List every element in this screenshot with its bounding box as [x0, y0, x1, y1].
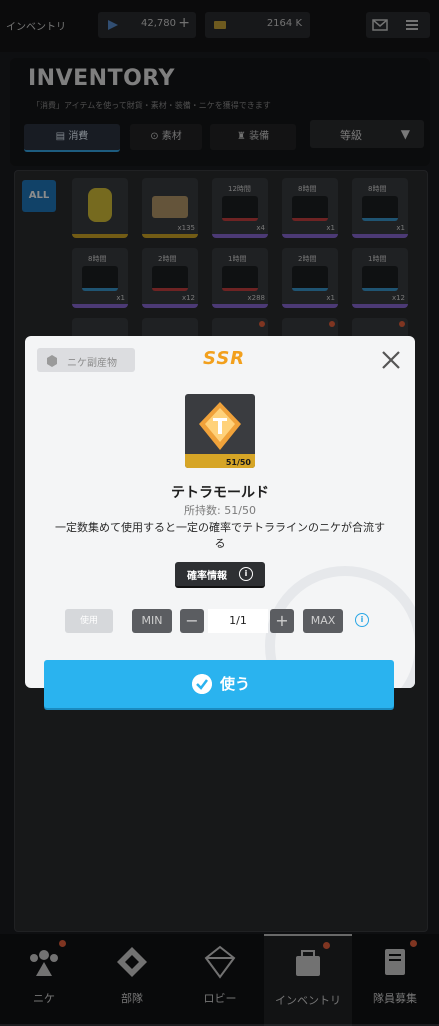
use-button[interactable]: 使う: [44, 660, 394, 708]
category-badge: ニケ副産物: [37, 348, 135, 372]
probability-label: 確率情報: [187, 571, 227, 582]
item-detail-modal: ニケ副産物 SSR 51/50 テトラモールド 所持数: 51/50 一定数集め…: [25, 336, 415, 688]
owned-count: 所持数: 51/50: [184, 504, 256, 517]
use-button-label: 使う: [220, 675, 251, 693]
hexagon-icon: [47, 355, 57, 367]
item-description: 一定数集めて使用すると一定の確率でテトララインのニケが合流する: [55, 521, 385, 550]
category-label: ニケ副産物: [67, 358, 117, 369]
quantity-info-icon[interactable]: i: [355, 613, 369, 627]
decrement-button[interactable]: −: [180, 609, 204, 633]
item-count: 51/50: [225, 458, 251, 467]
info-icon: i: [239, 567, 253, 581]
item-name: テトラモールド: [171, 485, 269, 501]
check-icon: [192, 674, 212, 694]
use-quantity-label: 使用: [65, 609, 113, 633]
quantity-field[interactable]: 1/1: [208, 609, 268, 633]
probability-info-button[interactable]: 確率情報 i: [175, 562, 265, 588]
rarity-badge: SSR: [203, 348, 246, 369]
increment-button[interactable]: +: [270, 609, 294, 633]
item-count-bar: 51/50: [185, 454, 255, 468]
max-button[interactable]: MAX: [303, 609, 343, 633]
item-image: 51/50: [185, 394, 255, 468]
close-icon[interactable]: [379, 348, 403, 372]
min-button[interactable]: MIN: [132, 609, 172, 633]
